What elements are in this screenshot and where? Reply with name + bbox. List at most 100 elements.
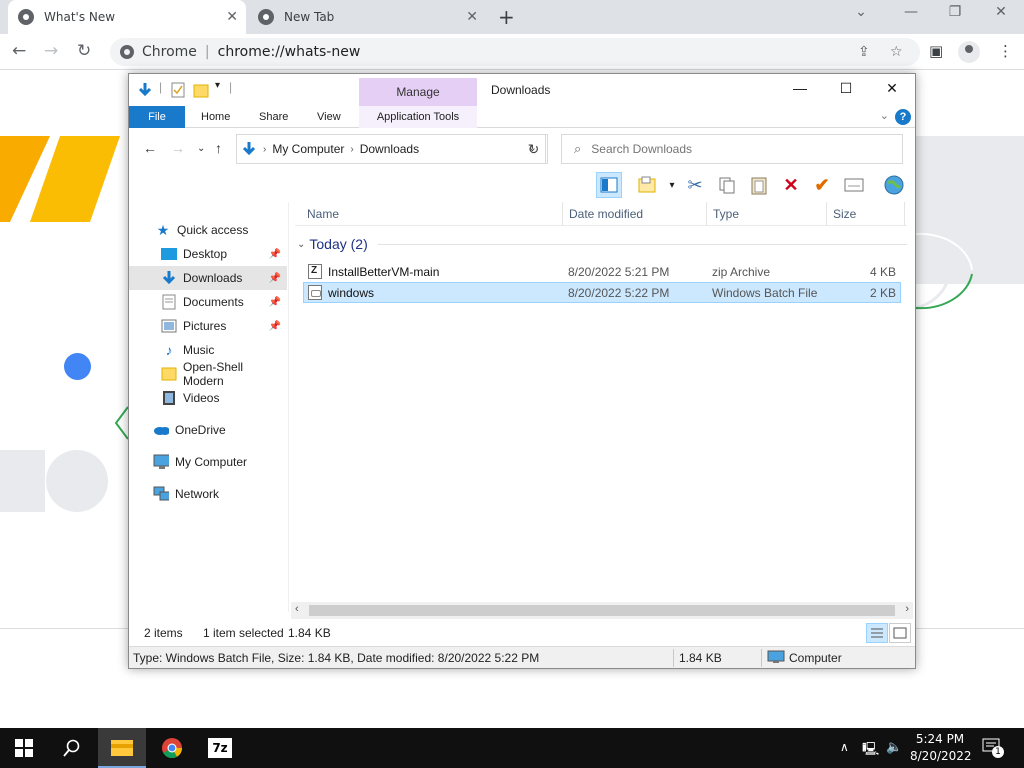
maximize-icon[interactable]: ☐ [823, 80, 869, 97]
column-name[interactable]: Name [301, 202, 563, 226]
nav-music[interactable]: ♪ Music [129, 338, 287, 362]
tab-home[interactable]: Home [189, 106, 242, 128]
minimize-icon[interactable]: — [777, 80, 823, 96]
breadcrumb-my-computer[interactable]: My Computer [272, 142, 344, 156]
cut-icon[interactable]: ✂ [682, 172, 708, 198]
chrome-menu-icon[interactable]: ⋮ [998, 42, 1013, 60]
delete-icon[interactable]: ✕ [778, 172, 804, 198]
customize-qat-chevron-icon[interactable]: ▾ [215, 80, 220, 91]
nav-documents[interactable]: Documents 📌 [129, 290, 287, 314]
close-tab-icon[interactable]: ✕ [466, 9, 478, 25]
tab-search-chevron-icon[interactable]: ⌄ [838, 4, 884, 20]
up-icon[interactable]: ↑ [215, 140, 222, 156]
properties-check-icon[interactable] [171, 82, 185, 98]
navigation-pane: ★ Quick access Desktop 📌 Downloads 📌 Doc… [129, 202, 289, 612]
omnibox[interactable]: Chrome | chrome://whats-new ⇪ ☆ [110, 38, 920, 66]
column-type[interactable]: Type [707, 202, 827, 226]
minimize-icon[interactable]: — [888, 4, 934, 20]
network-globe-icon[interactable] [881, 172, 907, 198]
nav-onedrive[interactable]: OneDrive [129, 418, 287, 442]
search-button[interactable] [48, 728, 96, 768]
breadcrumb-chevron-icon[interactable]: › [350, 144, 353, 155]
column-date-modified[interactable]: Date modified [563, 202, 707, 226]
collapse-group-chevron-icon[interactable]: ⌄ [297, 239, 305, 250]
share-icon[interactable]: ⇪ [858, 44, 870, 60]
clock-date[interactable]: 8/20/2022 [910, 749, 972, 763]
file-row-installbettervm[interactable]: InstallBetterVM-main 8/20/2022 5:21 PM z… [303, 261, 901, 282]
nav-my-computer[interactable]: My Computer [129, 450, 287, 474]
cloud-icon [153, 422, 169, 438]
profile-avatar[interactable] [958, 41, 980, 63]
properties-download-icon[interactable] [137, 82, 153, 98]
search-input[interactable] [591, 142, 872, 156]
new-folder-icon[interactable] [193, 82, 209, 98]
tab-application-tools[interactable]: Application Tools [359, 106, 477, 128]
details-divider [673, 649, 674, 667]
details-view-icon[interactable] [866, 623, 888, 643]
column-size[interactable]: Size [827, 202, 905, 226]
paste-icon[interactable] [746, 172, 772, 198]
nav-videos[interactable]: Videos [129, 386, 287, 410]
forward-icon[interactable]: → [171, 140, 185, 156]
clock-time[interactable]: 5:24 PM [910, 732, 970, 746]
blue-dot-decoration [64, 353, 91, 380]
folder-icon [161, 366, 177, 382]
close-window-icon[interactable]: ✕ [869, 80, 915, 97]
address-bar[interactable]: › My Computer › Downloads ⌄ [236, 134, 546, 164]
nav-downloads[interactable]: Downloads 📌 [129, 266, 287, 290]
close-tab-icon[interactable]: ✕ [226, 9, 238, 25]
group-header-today[interactable]: ⌄ Today (2) [295, 234, 907, 254]
copy-icon[interactable] [714, 172, 740, 198]
properties-check-icon[interactable]: ✔ [809, 172, 835, 198]
email-icon[interactable] [841, 172, 867, 198]
search-box[interactable]: ⌕ [561, 134, 903, 164]
back-icon[interactable]: ← [12, 41, 26, 61]
nav-quick-access[interactable]: ★ Quick access [129, 218, 287, 242]
tab-whats-new[interactable]: What's New ✕ [8, 0, 246, 34]
nav-pictures[interactable]: Pictures 📌 [129, 314, 287, 338]
breadcrumb-chevron-icon[interactable]: › [263, 144, 266, 155]
taskbar-file-explorer[interactable] [98, 728, 146, 768]
refresh-button[interactable]: ↻ [520, 134, 548, 164]
desktop-icon [161, 246, 177, 262]
navigation-pane-toggle-icon[interactable] [596, 172, 622, 198]
scroll-left-icon[interactable]: ‹ [295, 603, 299, 615]
action-center-button[interactable]: 1 [982, 738, 1004, 758]
scroll-right-icon[interactable]: › [905, 603, 909, 615]
restore-icon[interactable]: ❐ [932, 4, 978, 20]
tab-view[interactable]: View [305, 106, 353, 128]
bookmark-star-icon[interactable]: ☆ [890, 44, 903, 60]
taskbar-7zip[interactable]: 7z [196, 728, 244, 768]
horizontal-scrollbar[interactable]: ‹ › [291, 602, 913, 619]
chrome-favicon-icon [18, 9, 34, 25]
network-status-icon[interactable]: 🖳 [862, 740, 879, 762]
back-icon[interactable]: ← [143, 140, 157, 156]
volume-icon[interactable]: 🔈 [886, 740, 902, 755]
nav-network[interactable]: Network [129, 482, 287, 506]
show-hidden-icons-chevron-icon[interactable]: ∧ [840, 740, 849, 754]
tab-file[interactable]: File [129, 106, 185, 128]
side-panel-icon[interactable]: ▣ [929, 42, 943, 60]
expand-ribbon-chevron-icon[interactable]: ⌄ [880, 109, 889, 122]
tab-new-tab[interactable]: New Tab ✕ [248, 0, 486, 34]
folder-views-icon[interactable] [635, 172, 661, 198]
file-row-windows[interactable]: windows 8/20/2022 5:22 PM Windows Batch … [303, 282, 901, 303]
large-icons-view-icon[interactable] [889, 623, 911, 643]
batch-file-icon [308, 285, 322, 300]
close-window-icon[interactable]: ✕ [978, 4, 1024, 20]
grey-circle-decoration [46, 450, 108, 512]
start-button[interactable] [0, 728, 48, 768]
nav-open-shell-modern[interactable]: Open-Shell Modern [129, 360, 287, 388]
scrollbar-thumb[interactable] [309, 605, 895, 616]
forward-icon[interactable]: → [44, 41, 58, 61]
new-tab-button[interactable]: + [498, 5, 515, 29]
reload-icon[interactable]: ↻ [77, 41, 91, 61]
tab-share[interactable]: Share [247, 106, 300, 128]
recent-locations-chevron-icon[interactable]: ⌄ [197, 143, 205, 154]
breadcrumb-downloads[interactable]: Downloads [360, 142, 419, 156]
manage-contextual-tab[interactable]: Manage [359, 78, 477, 106]
taskbar-chrome[interactable] [148, 728, 196, 768]
help-icon[interactable]: ? [895, 109, 911, 125]
taskbar: 7z ∧ 🖳 🔈 5:24 PM 8/20/2022 1 [0, 728, 1024, 768]
nav-desktop[interactable]: Desktop 📌 [129, 242, 287, 266]
